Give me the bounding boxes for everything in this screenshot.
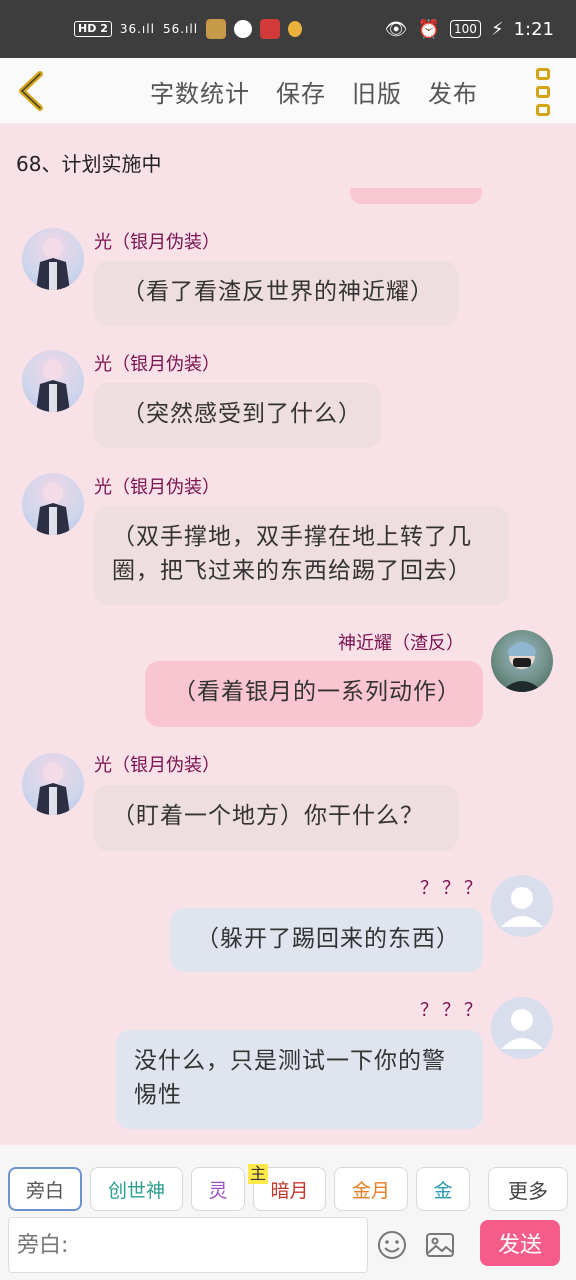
app-notification-icon	[206, 19, 227, 39]
send-button[interactable]: 发送	[480, 1220, 560, 1266]
play-icon	[234, 20, 253, 38]
word-count-button[interactable]: 字数统计	[150, 74, 250, 109]
avatar[interactable]	[22, 473, 84, 535]
speaker-name: 光（银月伪装）	[94, 477, 220, 498]
role-tab-creator-god[interactable]: 创世神	[90, 1167, 183, 1211]
publish-button[interactable]: 发布	[428, 74, 478, 109]
message-bubble: 没什么，只是测试一下你的警惕性	[116, 1030, 483, 1129]
role-selector: 旁白 创世神 灵 主 暗月 金月 金	[8, 1164, 470, 1211]
role-tab-narrator[interactable]: 旁白	[8, 1167, 82, 1211]
image-icon[interactable]	[424, 1229, 456, 1261]
clock: 1:21	[513, 18, 554, 40]
save-button[interactable]: 保存	[276, 74, 326, 109]
role-tab-label: 暗月	[270, 1179, 309, 1202]
composer-panel: 旁白 创世神 灵 主 暗月 金月 金 更多 发送	[0, 1145, 576, 1280]
app-notification-icon	[288, 21, 303, 37]
old-version-button[interactable]: 旧版	[352, 74, 402, 109]
status-bar: HD 2 36.ıll 56.ıll 👁 ⏰ 100 ⚡ 1:21	[0, 0, 576, 58]
back-arrow-icon[interactable]	[14, 70, 54, 112]
more-menu-icon[interactable]	[536, 68, 554, 116]
alarm-icon: ⏰	[417, 18, 441, 40]
message-bubble: （突然感受到了什么）	[94, 383, 381, 448]
avatar[interactable]	[22, 350, 84, 412]
signal-icon: 56.ıll	[162, 22, 199, 36]
top-toolbar: 字数统计 保存 旧版 发布	[0, 58, 576, 124]
battery-icon: 100	[450, 20, 481, 38]
host-badge: 主	[248, 1164, 269, 1184]
avatar[interactable]	[22, 228, 84, 290]
more-roles-button[interactable]: 更多	[488, 1167, 568, 1211]
role-tab-spirit[interactable]: 灵	[191, 1167, 245, 1211]
signal-icon: 36.ıll	[119, 22, 155, 36]
speaker-name: ？？？	[420, 878, 486, 899]
default-avatar-icon[interactable]	[491, 997, 553, 1059]
message-input[interactable]	[8, 1217, 368, 1273]
role-tab-gold-moon[interactable]: 金月	[334, 1167, 408, 1211]
speaker-name: 光（银月伪装）	[94, 354, 220, 375]
role-tab-dark-moon[interactable]: 主 暗月	[248, 1164, 326, 1211]
message-bubble: （躲开了踢回来的东西）	[170, 908, 483, 972]
toolbar-actions: 字数统计 保存 旧版 发布	[150, 58, 504, 124]
charging-icon: ⚡	[490, 18, 504, 40]
hd-indicator: HD 2	[74, 21, 112, 37]
default-avatar-icon[interactable]	[491, 875, 553, 937]
speaker-name: ？？？	[420, 1000, 486, 1021]
avatar[interactable]	[491, 630, 553, 692]
speaker-name: 光（银月伪装）	[94, 755, 220, 776]
app-notification-icon	[260, 19, 281, 39]
message-bubble: （看了看渣反世界的神近耀）	[94, 261, 458, 326]
speaker-name: 神近耀（渣反）	[338, 633, 464, 654]
message-bubble	[350, 188, 482, 204]
speaker-name: 光（银月伪装）	[94, 232, 220, 253]
message-bubble: （盯着一个地方）你干什么？	[94, 785, 458, 851]
avatar[interactable]	[22, 753, 84, 815]
message-bubble: （看着银月的一系列动作）	[145, 661, 483, 727]
message-bubble: （双手撑地，双手撑在地上转了几圈，把飞过来的东西给踢了回去）	[94, 506, 509, 605]
chapter-title: 68、计划实施中	[16, 152, 162, 176]
role-tab-gold[interactable]: 金	[416, 1167, 470, 1211]
emoji-icon[interactable]	[376, 1229, 408, 1261]
eye-icon: 👁	[384, 18, 408, 40]
